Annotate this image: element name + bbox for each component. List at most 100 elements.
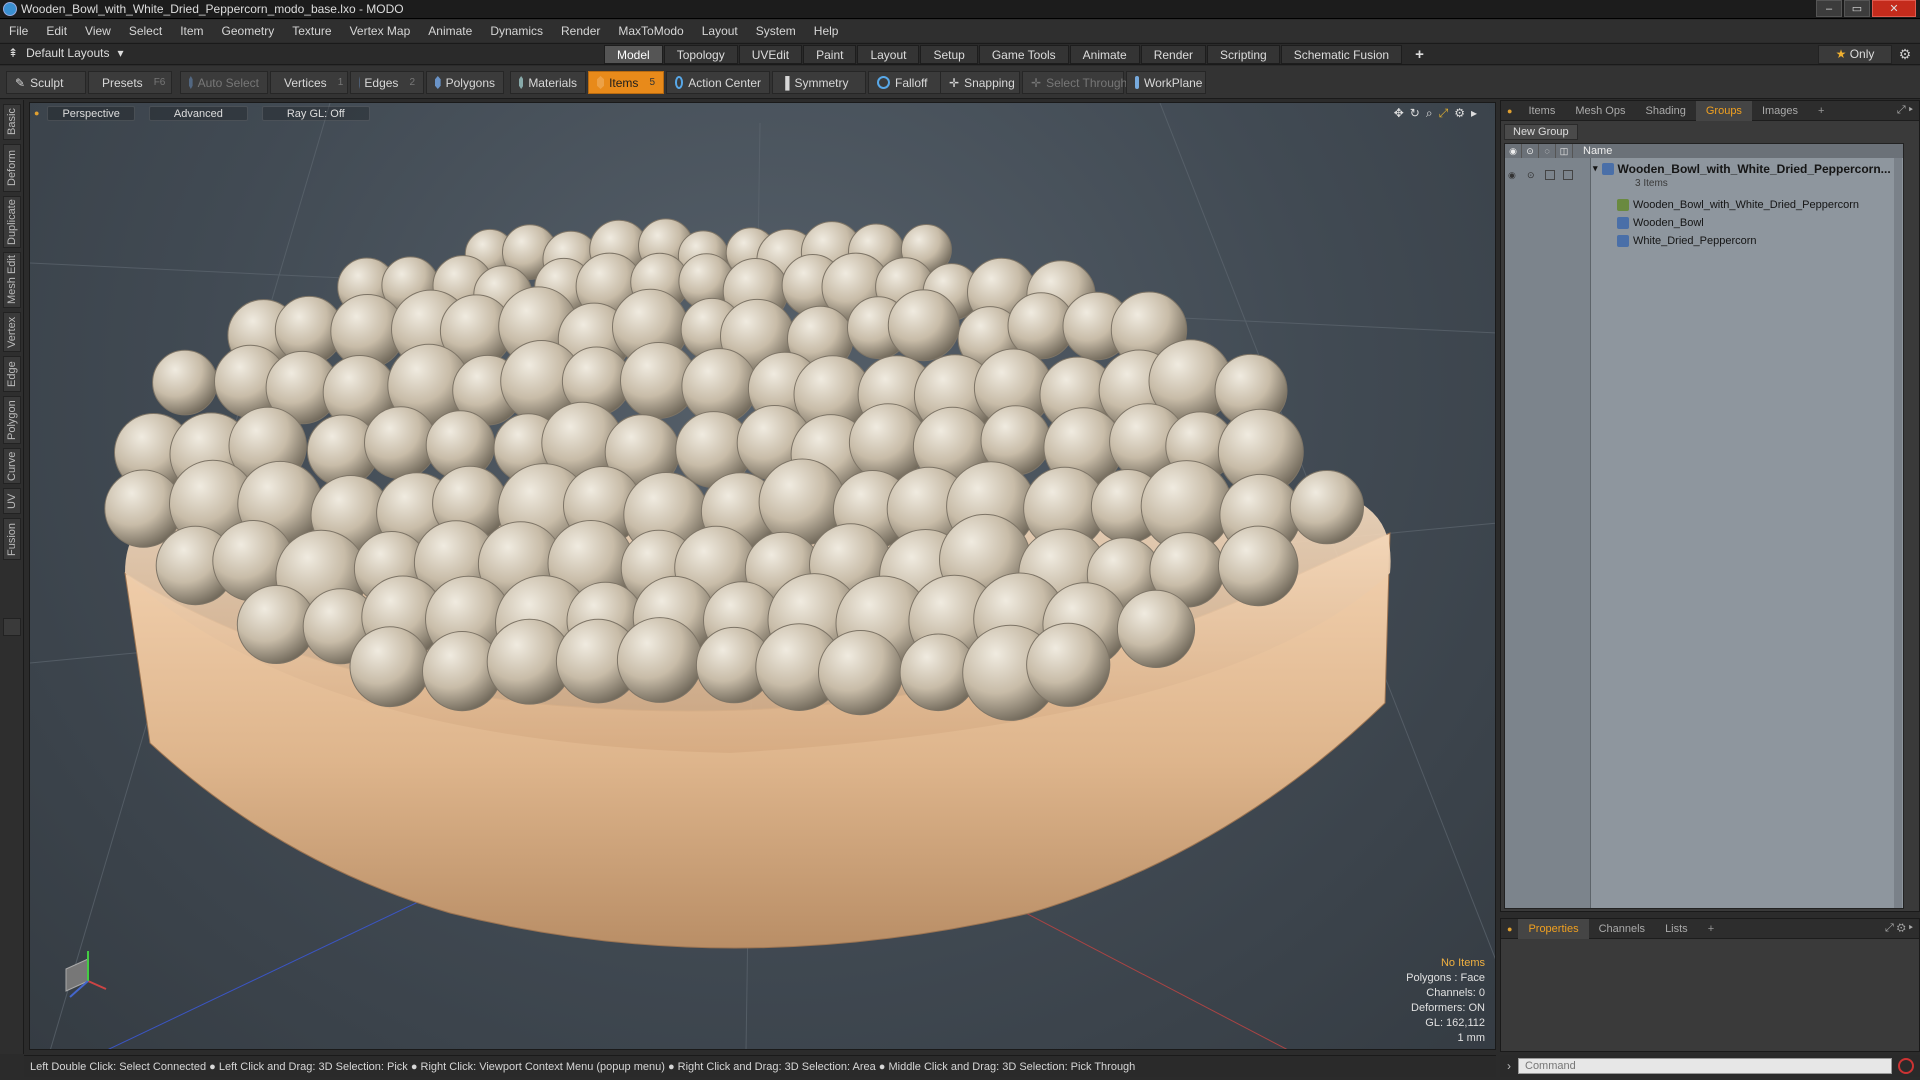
side-tab-polygon[interactable]: Polygon	[3, 396, 21, 444]
group-lock-toggle[interactable]: ⊙	[1527, 170, 1535, 181]
side-tab-vertex[interactable]: Vertex	[3, 312, 21, 352]
menu-maxtomodo[interactable]: MaxToModo	[609, 20, 692, 42]
tab-schematic-fusion[interactable]: Schematic Fusion	[1280, 45, 1403, 64]
minimize-button[interactable]: –	[1816, 0, 1842, 17]
viewport-gear-icon[interactable]: ⚙	[1454, 106, 1465, 121]
menu-geometry[interactable]: Geometry	[213, 20, 284, 42]
tab-lists[interactable]: Lists	[1655, 919, 1698, 939]
tree-row[interactable]: Wooden_Bowl_with_White_Dried_Peppercorn	[1617, 196, 1859, 213]
menu-item[interactable]: Item	[171, 20, 212, 42]
lock-col-icon[interactable]: ⊙	[1522, 144, 1539, 158]
workplane-button[interactable]: WorkPlane	[1126, 71, 1206, 94]
tab-scripting[interactable]: Scripting	[1207, 45, 1280, 64]
tree-group-row[interactable]: ▾ Wooden_Bowl_with_White_Dried_Peppercor…	[1593, 160, 1891, 177]
zoom-icon[interactable]: ⌕	[1426, 106, 1433, 121]
command-arrow-icon[interactable]: ›	[1500, 1059, 1518, 1073]
tab-render[interactable]: Render	[1140, 45, 1207, 64]
side-tab-curve[interactable]: Curve	[3, 448, 21, 484]
maximize-button[interactable]: ▭	[1844, 0, 1870, 17]
menu-render[interactable]: Render	[552, 20, 609, 42]
menu-vertex-map[interactable]: Vertex Map	[341, 20, 420, 42]
menu-system[interactable]: System	[747, 20, 805, 42]
side-tab-uv[interactable]: UV	[3, 488, 21, 514]
tree-row[interactable]: White_Dried_Peppercorn	[1617, 232, 1757, 249]
items-button[interactable]: Items 5	[588, 71, 664, 94]
menu-select[interactable]: Select	[120, 20, 171, 42]
render-col-icon[interactable]: ◫	[1556, 144, 1573, 158]
group-select-toggle[interactable]	[1545, 170, 1555, 180]
raygl-button[interactable]: Ray GL: Off	[261, 105, 370, 121]
tab-setup[interactable]: Setup	[920, 45, 978, 64]
menu-texture[interactable]: Texture	[283, 20, 340, 42]
tab-topology[interactable]: Topology	[663, 45, 738, 64]
name-column-header[interactable]: Name	[1573, 145, 1612, 157]
auto-select-button[interactable]: Auto Select	[180, 71, 268, 94]
menu-dynamics[interactable]: Dynamics	[481, 20, 552, 42]
add-panel-tab-button[interactable]: +	[1808, 101, 1834, 121]
side-tab-deform[interactable]: Deform	[3, 144, 21, 192]
properties-menu-dot[interactable]: ●	[1501, 919, 1518, 939]
tab-layout[interactable]: Layout	[857, 45, 920, 64]
polygons-button[interactable]: Polygons	[426, 71, 504, 94]
side-tab-fusion[interactable]: Fusion	[3, 518, 21, 560]
only-button[interactable]: ★ Only	[1818, 45, 1892, 64]
rotate-icon[interactable]: ↻	[1410, 106, 1420, 121]
falloff-button[interactable]: Falloff	[868, 71, 946, 94]
tab-properties[interactable]: Properties	[1518, 918, 1589, 939]
tree-scrollbar[interactable]	[1894, 158, 1902, 908]
side-tab-basic[interactable]: Basic	[3, 104, 21, 140]
presets-button[interactable]: Presets F6	[88, 71, 172, 94]
collapse-arrow-icon[interactable]: ⇞	[8, 46, 18, 60]
menu-animate[interactable]: Animate	[419, 20, 481, 42]
expand-right-icon[interactable]: ▸	[1471, 106, 1477, 121]
materials-button[interactable]: Materials	[510, 71, 586, 94]
action-center-button[interactable]: Action Center	[666, 71, 770, 94]
gear-icon[interactable]: ⚙	[1895, 45, 1915, 64]
advanced-button[interactable]: Advanced	[148, 105, 248, 121]
expand-panel-icon[interactable]: ⤢ ▸	[1897, 104, 1913, 117]
tab-uvedit[interactable]: UVEdit	[738, 45, 803, 64]
menu-file[interactable]: File	[0, 20, 37, 42]
properties-expand-icon[interactable]: ⤢ ⚙ ▸	[1885, 922, 1913, 935]
tab-items[interactable]: Items	[1518, 101, 1565, 121]
side-tab-mesh-edit[interactable]: Mesh Edit	[3, 252, 21, 308]
tab-shading[interactable]: Shading	[1635, 101, 1695, 121]
menu-edit[interactable]: Edit	[37, 20, 76, 42]
group-expand-icon[interactable]: ▾	[1593, 163, 1598, 174]
menu-help[interactable]: Help	[805, 20, 848, 42]
sculpt-button[interactable]: ✎ Sculpt	[6, 71, 86, 94]
viewport-menu-dot[interactable]: ●	[34, 108, 39, 118]
vertices-button[interactable]: Vertices 1	[270, 71, 348, 94]
tab-model[interactable]: Model	[604, 45, 663, 64]
tab-mesh-ops[interactable]: Mesh Ops	[1565, 101, 1635, 121]
select-through-button[interactable]: ✛ Select Through	[1022, 71, 1127, 94]
fit-icon[interactable]: ⤢	[1439, 106, 1449, 121]
side-tab-edge[interactable]: Edge	[3, 356, 21, 392]
select-col-icon[interactable]: ◌	[1539, 144, 1556, 158]
snapping-button[interactable]: ✛ Snapping	[940, 71, 1020, 94]
tab-game-tools[interactable]: Game Tools	[978, 45, 1069, 64]
layouts-dropdown[interactable]: ⇞ Default Layouts ▾	[8, 46, 123, 60]
perspective-button[interactable]: Perspective	[47, 105, 135, 121]
menu-view[interactable]: View	[76, 20, 120, 42]
close-button[interactable]: ✕	[1872, 0, 1916, 17]
symmetry-button[interactable]: ▐ Symmetry	[772, 71, 866, 94]
panel-menu-dot[interactable]: ●	[1501, 101, 1518, 121]
new-group-button[interactable]: New Group	[1504, 124, 1578, 140]
tab-images[interactable]: Images	[1752, 101, 1808, 121]
add-properties-tab-button[interactable]: +	[1698, 919, 1724, 939]
side-tab-duplicate[interactable]: Duplicate	[3, 196, 21, 248]
tab-paint[interactable]: Paint	[803, 45, 857, 64]
3d-viewport[interactable]: ● Perspective Advanced Ray GL: Off ✥ ↻ ⌕…	[29, 102, 1496, 1050]
tab-groups[interactable]: Groups	[1695, 100, 1752, 121]
pan-icon[interactable]: ✥	[1394, 106, 1404, 121]
add-layout-tab-button[interactable]: +	[1403, 45, 1436, 64]
command-input[interactable]: Command	[1518, 1058, 1892, 1074]
tab-channels[interactable]: Channels	[1589, 919, 1655, 939]
menu-layout[interactable]: Layout	[693, 20, 747, 42]
tree-row[interactable]: Wooden_Bowl	[1617, 214, 1704, 231]
group-render-toggle[interactable]	[1563, 170, 1573, 180]
tab-animate[interactable]: Animate	[1069, 45, 1140, 64]
group-visibility-toggle[interactable]: ◉	[1508, 170, 1516, 181]
visibility-col-icon[interactable]: ◉	[1505, 144, 1522, 158]
